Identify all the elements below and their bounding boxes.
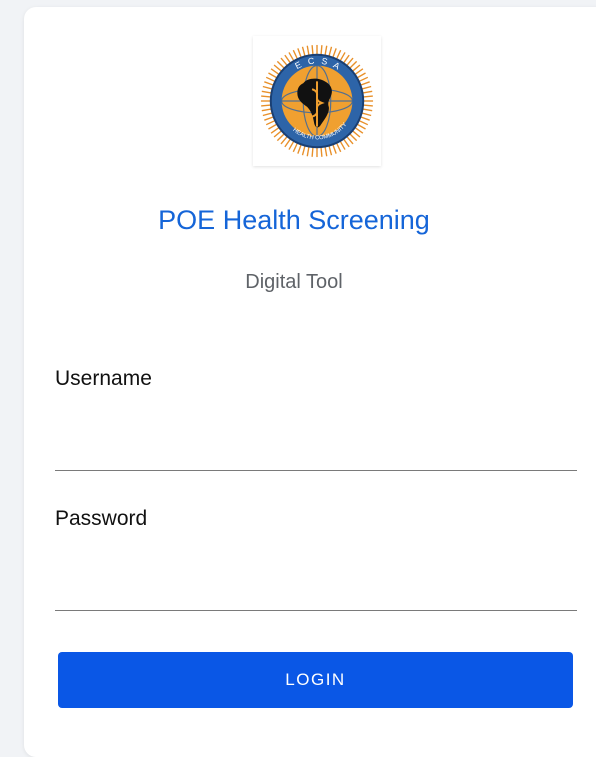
username-label: Username — [55, 367, 152, 390]
page-title: POE Health Screening — [158, 205, 430, 235]
page-subtitle: Digital Tool — [245, 271, 343, 293]
username-input[interactable] — [55, 435, 577, 471]
password-input[interactable] — [55, 575, 577, 611]
password-label: Password — [55, 507, 148, 530]
login-button[interactable]: LOGIN — [58, 652, 573, 708]
ecsa-logo-icon: E C S A HEALTH COMMUNITY — [260, 44, 374, 158]
logo-container: E C S A HEALTH COMMUNITY — [253, 36, 381, 166]
login-card: E C S A HEALTH COMMUNITY POE Health Scre… — [24, 7, 596, 757]
